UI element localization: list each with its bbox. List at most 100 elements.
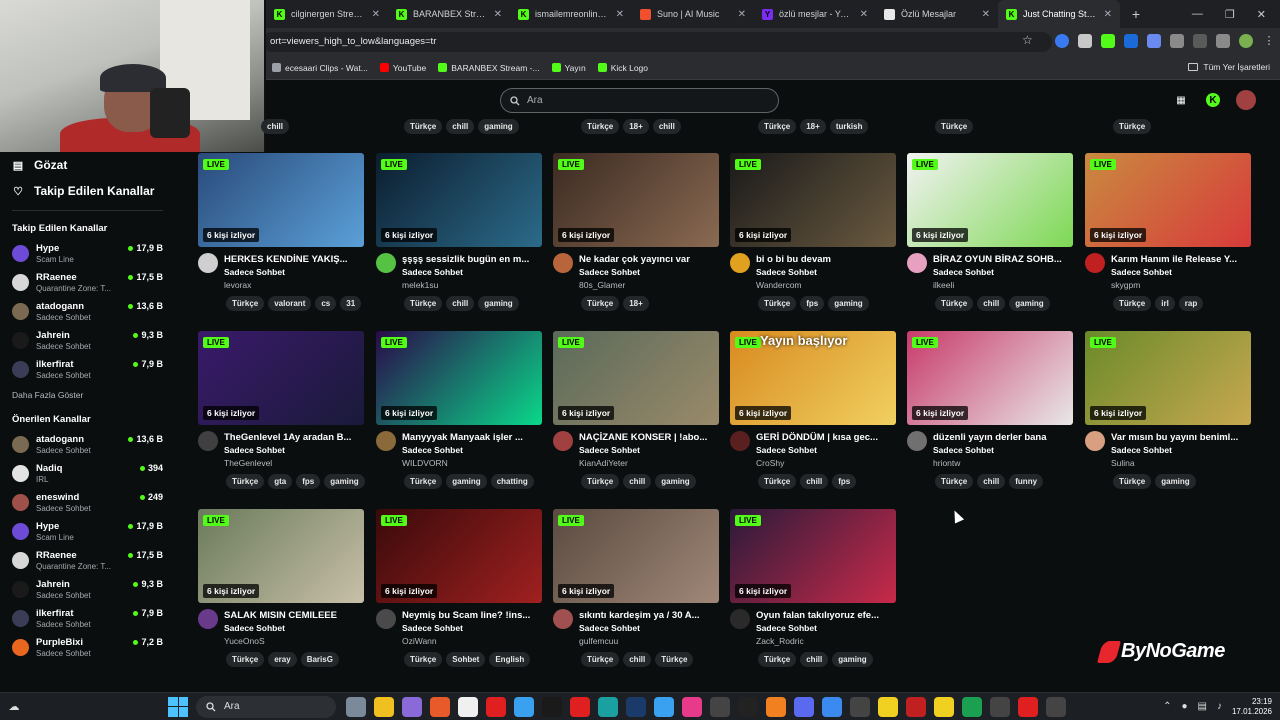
stream-category[interactable]: Sadece Sohbet xyxy=(224,622,366,635)
channel-name[interactable]: Sulina xyxy=(1111,457,1253,470)
taskbar-search[interactable]: Ara xyxy=(196,695,336,718)
tag-chip[interactable]: 31 xyxy=(340,296,362,311)
channel-name[interactable]: hriontw xyxy=(933,457,1075,470)
microphone-icon[interactable]: ● xyxy=(1181,701,1187,712)
stream-category[interactable]: Sadece Sohbet xyxy=(1111,444,1253,457)
tag-chip[interactable]: gaming xyxy=(828,296,869,311)
stream-thumbnail[interactable]: LIVE 6 kişi izliyor xyxy=(730,509,896,603)
stream-title[interactable]: TheGenlevel 1Ay aradan B... xyxy=(224,431,366,444)
weather-widget-icon[interactable]: ☁ xyxy=(0,700,28,713)
stream-category[interactable]: Sadece Sohbet xyxy=(756,444,898,457)
avatar[interactable] xyxy=(376,431,396,451)
tag-chip[interactable]: Türkçe xyxy=(226,474,265,489)
tag-chip[interactable]: turkish xyxy=(829,119,869,134)
sidebar-channel-item[interactable]: ilkerfirat Sadece Sohbet 7,9 B xyxy=(0,355,175,384)
channel-name[interactable]: YuceOnoS xyxy=(224,635,366,648)
stream-thumbnail[interactable]: LIVE 6 kişi izliyor xyxy=(730,153,896,247)
tag-chip[interactable]: Türkçe xyxy=(404,652,443,667)
start-button[interactable] xyxy=(168,696,188,717)
show-more-link[interactable]: Daha Fazla Göster xyxy=(0,384,175,406)
avatar[interactable] xyxy=(198,431,218,451)
taskbar-app-icon[interactable] xyxy=(654,696,674,717)
channel-name[interactable]: gulfemcuu xyxy=(579,635,721,648)
close-tab-icon[interactable]: ✕ xyxy=(860,9,868,20)
bookmark-item[interactable]: ecesaari Clips - Wat... xyxy=(272,63,368,73)
stream-thumbnail[interactable]: LIVE 6 kişi izliyor xyxy=(376,509,542,603)
browser-tab[interactable]: Özlü Mesajlar ✕ xyxy=(876,0,998,28)
tag-chip[interactable]: Türkçe xyxy=(581,296,620,311)
taskbar-app-icon[interactable] xyxy=(402,696,422,717)
stream-thumbnail[interactable]: LIVE 6 kişi izliyor xyxy=(198,331,364,425)
stream-title[interactable]: HERKES KENDİNE YAKIŞ... xyxy=(224,253,366,266)
stream-card[interactable]: LIVE 6 kişi izliyor Yayın başlıyor GERİ DÖN… xyxy=(730,331,898,501)
bookmark-item[interactable]: Yayın xyxy=(551,63,586,73)
tag-chip[interactable]: gaming xyxy=(478,296,519,311)
tag-chip[interactable]: chill xyxy=(446,119,475,134)
taskbar-app-icon[interactable] xyxy=(598,696,618,717)
taskbar-app-icon[interactable] xyxy=(458,696,478,717)
stream-category[interactable]: Sadece Sohbet xyxy=(933,444,1075,457)
tag-chip[interactable]: 18+ xyxy=(623,296,649,311)
tag-chip[interactable]: Türkçe xyxy=(758,474,797,489)
tag-chip[interactable]: Türkçe xyxy=(935,474,974,489)
taskbar-app-icon[interactable] xyxy=(486,696,506,717)
sidebar-channel-item[interactable]: Nadiq IRL 394 xyxy=(0,459,175,488)
restore-icon[interactable]: ❐ xyxy=(1225,8,1235,21)
tag-chip[interactable]: eray xyxy=(268,652,297,667)
tag-chip[interactable]: chill xyxy=(800,652,829,667)
shield-icon[interactable] xyxy=(1078,34,1092,48)
avatar[interactable] xyxy=(1085,431,1105,451)
bookmark-star-icon[interactable]: ☆ xyxy=(1022,33,1033,47)
stream-category[interactable]: Sadece Sohbet xyxy=(579,266,721,279)
stream-category[interactable]: Sadece Sohbet xyxy=(402,444,544,457)
close-tab-icon[interactable]: ✕ xyxy=(372,9,380,20)
taskbar-app-icon[interactable] xyxy=(710,696,730,717)
stream-category[interactable]: Sadece Sohbet xyxy=(579,444,721,457)
tag-chip[interactable]: gaming xyxy=(1009,296,1050,311)
stream-title[interactable]: Karım Hanım ile Release Y... xyxy=(1111,253,1253,266)
stream-title[interactable]: Var mısın bu yayını beniml... xyxy=(1111,431,1253,444)
avatar[interactable] xyxy=(198,609,218,629)
taskbar-app-icon[interactable] xyxy=(850,696,870,717)
tag-chip[interactable]: gta xyxy=(268,474,293,489)
stream-thumbnail[interactable]: LIVE 6 kişi izliyor xyxy=(553,509,719,603)
extension-icon[interactable] xyxy=(1147,34,1161,48)
stream-title[interactable]: sıkıntı kardeşim ya / 30 A... xyxy=(579,609,721,622)
stream-category[interactable]: Sadece Sohbet xyxy=(224,266,366,279)
tag-chip[interactable]: valorant xyxy=(268,296,312,311)
tag-chip[interactable]: chill xyxy=(623,652,652,667)
channel-name[interactable]: WILDVORN xyxy=(402,457,544,470)
tag-chip[interactable]: cs xyxy=(315,296,337,311)
tag-chip[interactable]: Türkçe xyxy=(581,652,620,667)
stream-title[interactable]: GERİ DÖNDÜM | kısa gec... xyxy=(756,431,898,444)
stream-title[interactable]: Oyun falan takılıyoruz efe... xyxy=(756,609,898,622)
sidebar-channel-item[interactable]: atadogann Sadece Sohbet 13,6 B xyxy=(0,430,175,459)
channel-name[interactable]: TheGenlevel xyxy=(224,457,366,470)
close-tab-icon[interactable]: ✕ xyxy=(616,9,624,20)
sidebar-channel-item[interactable]: PurpleBixi Sadece Sohbet 7,2 B xyxy=(0,633,175,662)
stream-title[interactable]: Neymiş bu Scam line? !ins... xyxy=(402,609,544,622)
taskbar-app-icon[interactable] xyxy=(682,696,702,717)
bookmark-item[interactable]: YouTube xyxy=(379,63,426,73)
puzzle-icon[interactable] xyxy=(1170,34,1184,48)
avatar[interactable] xyxy=(553,431,573,451)
avatar[interactable] xyxy=(553,609,573,629)
new-tab-button[interactable]: + xyxy=(1124,6,1148,22)
taskbar-app-icon[interactable] xyxy=(962,696,982,717)
tag-chip[interactable]: Türkçe xyxy=(1113,119,1152,134)
stream-title[interactable]: Manyyyak Manyaak işler ... xyxy=(402,431,544,444)
taskbar-app-icon[interactable] xyxy=(430,696,450,717)
bookmark-item[interactable]: BARANBEX Stream -... xyxy=(438,63,540,73)
taskbar-app-icon[interactable] xyxy=(374,696,394,717)
stream-card[interactable]: LIVE 6 kişi izliyor BİRAZ OYUN BİRAZ SOHB.… xyxy=(907,153,1075,323)
taskbar-app-icon[interactable] xyxy=(878,696,898,717)
stream-category[interactable]: Sadece Sohbet xyxy=(756,266,898,279)
stream-thumbnail[interactable]: LIVE 6 kişi izliyor xyxy=(1085,331,1251,425)
stream-title[interactable]: NAÇİZANE KONSER | !abo... xyxy=(579,431,721,444)
tag-chip[interactable]: rap xyxy=(1178,296,1204,311)
taskbar-app-icon[interactable] xyxy=(626,696,646,717)
sidebar-channel-item[interactable]: atadogann Sadece Sohbet 13,6 B xyxy=(0,297,175,326)
avatar[interactable] xyxy=(730,253,750,273)
tag-chip[interactable]: fps xyxy=(296,474,321,489)
sidebar-channel-item[interactable]: RRaenee Quarantine Zone: T... 17,5 B xyxy=(0,268,175,297)
